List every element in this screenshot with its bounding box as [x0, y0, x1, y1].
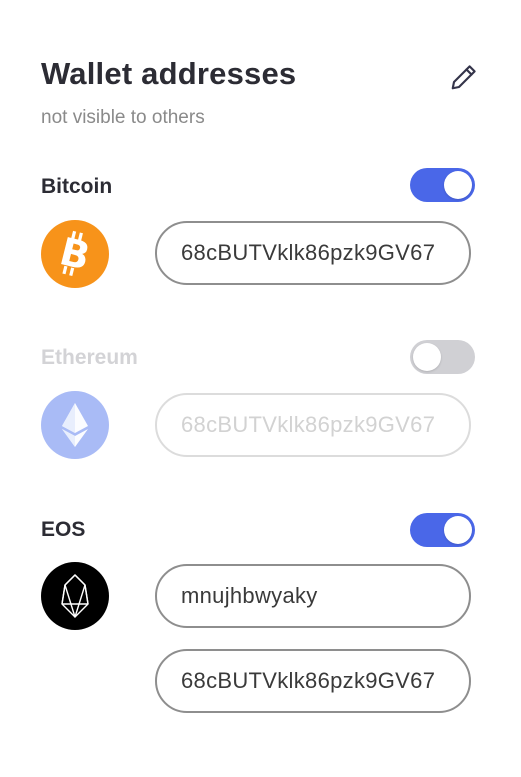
eos-icon — [41, 562, 109, 630]
address-field-ethereum[interactable]: 68cBUTVklk86pzk9GV67 — [155, 393, 471, 457]
wallet-name-eos: EOS — [41, 518, 86, 541]
pencil-icon — [449, 62, 479, 97]
page-title: Wallet addresses — [41, 56, 297, 91]
toggle-knob — [413, 343, 441, 371]
page-subtitle: not visible to others — [41, 107, 205, 128]
bitcoin-icon: B — [41, 220, 109, 288]
wallet-name-bitcoin: Bitcoin — [41, 175, 113, 198]
address-field-eos[interactable]: 68cBUTVklk86pzk9GV67 — [155, 649, 471, 713]
ethereum-icon — [41, 391, 109, 459]
wallet-addresses-card: Wallet addresses not visible to others B… — [0, 0, 521, 777]
account-field-eos[interactable]: mnujhbwyaky — [155, 564, 471, 628]
address-field-bitcoin[interactable]: 68cBUTVklk86pzk9GV67 — [155, 221, 471, 285]
toggle-knob — [444, 516, 472, 544]
edit-button[interactable] — [447, 62, 481, 96]
toggle-bitcoin[interactable] — [410, 168, 475, 202]
toggle-eos[interactable] — [410, 513, 475, 547]
toggle-knob — [444, 171, 472, 199]
wallet-name-ethereum: Ethereum — [41, 346, 138, 369]
toggle-ethereum[interactable] — [410, 340, 475, 374]
svg-text:B: B — [56, 229, 95, 279]
